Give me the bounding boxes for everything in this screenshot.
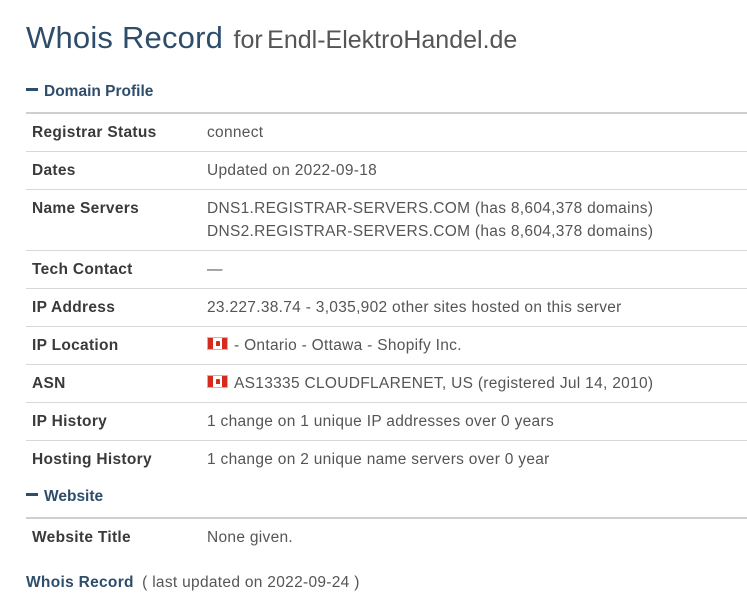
tech-contact-label: Tech Contact [32,261,133,278]
table-row: IP History 1 change on 1 unique IP addre… [26,402,747,441]
hosting-history-value[interactable]: 1 change on 2 unique name servers over 0… [207,441,747,479]
domain-profile-toggle[interactable]: Domain Profile [26,81,153,103]
footer: Whois Record ( last updated on 2022-09-2… [26,573,360,593]
registrar-status-label: Registrar Status [32,124,157,141]
table-row: IP Location - Ontario - Ottawa - Shopify… [26,326,747,365]
collapse-minus-icon [26,88,38,92]
dates-value: Updated on 2022-09-18 [207,162,378,179]
ip-address-value[interactable]: 23.227.38.74 - 3,035,902 other sites hos… [207,289,747,327]
ip-history-value[interactable]: 1 change on 1 unique IP addresses over 0… [207,403,747,441]
page-title: Whois Record for Endl-ElektroHandel.de [26,18,517,64]
name-servers-value: DNS1.REGISTRAR-SERVERS.COM (has 8,604,37… [207,190,747,251]
asn-label: ASN [32,375,66,392]
hosting-history-label: Hosting History [32,451,152,468]
table-row: Hosting History 1 change on 2 unique nam… [26,440,747,479]
name-server-2[interactable]: DNS2.REGISTRAR-SERVERS.COM (has 8,604,37… [207,220,747,243]
table-row: Dates Updated on 2022-09-18 [26,151,747,190]
whois-record-link[interactable]: Whois Record [26,574,134,591]
asn-value: AS13335 CLOUDFLARENET, US (registered Ju… [207,365,747,403]
canada-flag-icon [207,337,228,351]
page-title-main: Whois Record [26,20,224,55]
registrar-status-value: connect [207,124,264,141]
canada-flag-icon [207,375,228,389]
ip-history-label: IP History [32,413,108,430]
asn-text: AS13335 CLOUDFLARENET, US (registered Ju… [234,375,654,392]
website-table: Website Title None given. [26,517,747,556]
page-title-domain: Endl-ElektroHandel.de [267,26,518,54]
domain-profile-table: Registrar Status connect Dates Updated o… [26,112,747,478]
ip-address-label: IP Address [32,299,116,316]
table-row: Registrar Status connect [26,113,747,152]
ip-location-value: - Ontario - Ottawa - Shopify Inc. [207,327,747,365]
website-title-value: None given. [207,529,294,546]
table-row: Website Title None given. [26,518,747,556]
dates-label: Dates [32,162,76,179]
website-heading: Website [44,488,104,505]
table-row: Tech Contact — [26,250,747,289]
name-server-1[interactable]: DNS1.REGISTRAR-SERVERS.COM (has 8,604,37… [207,197,747,220]
name-servers-label: Name Servers [32,200,140,217]
ip-location-text: - Ontario - Ottawa - Shopify Inc. [234,337,462,354]
last-updated-text: ( last updated on 2022-09-24 ) [142,574,360,591]
tech-contact-value: — [207,261,223,278]
website-title-label: Website Title [32,529,131,546]
table-row: Name Servers DNS1.REGISTRAR-SERVERS.COM … [26,189,747,251]
whois-page: Whois Record for Endl-ElektroHandel.de D… [0,0,747,601]
table-row: IP Address 23.227.38.74 - 3,035,902 othe… [26,288,747,327]
collapse-minus-icon [26,493,38,497]
table-row: ASN AS13335 CLOUDFLARENET, US (registere… [26,364,747,403]
ip-location-label: IP Location [32,337,119,354]
website-toggle[interactable]: Website [26,486,103,508]
page-title-for: for [233,26,263,54]
domain-profile-heading: Domain Profile [44,83,154,100]
